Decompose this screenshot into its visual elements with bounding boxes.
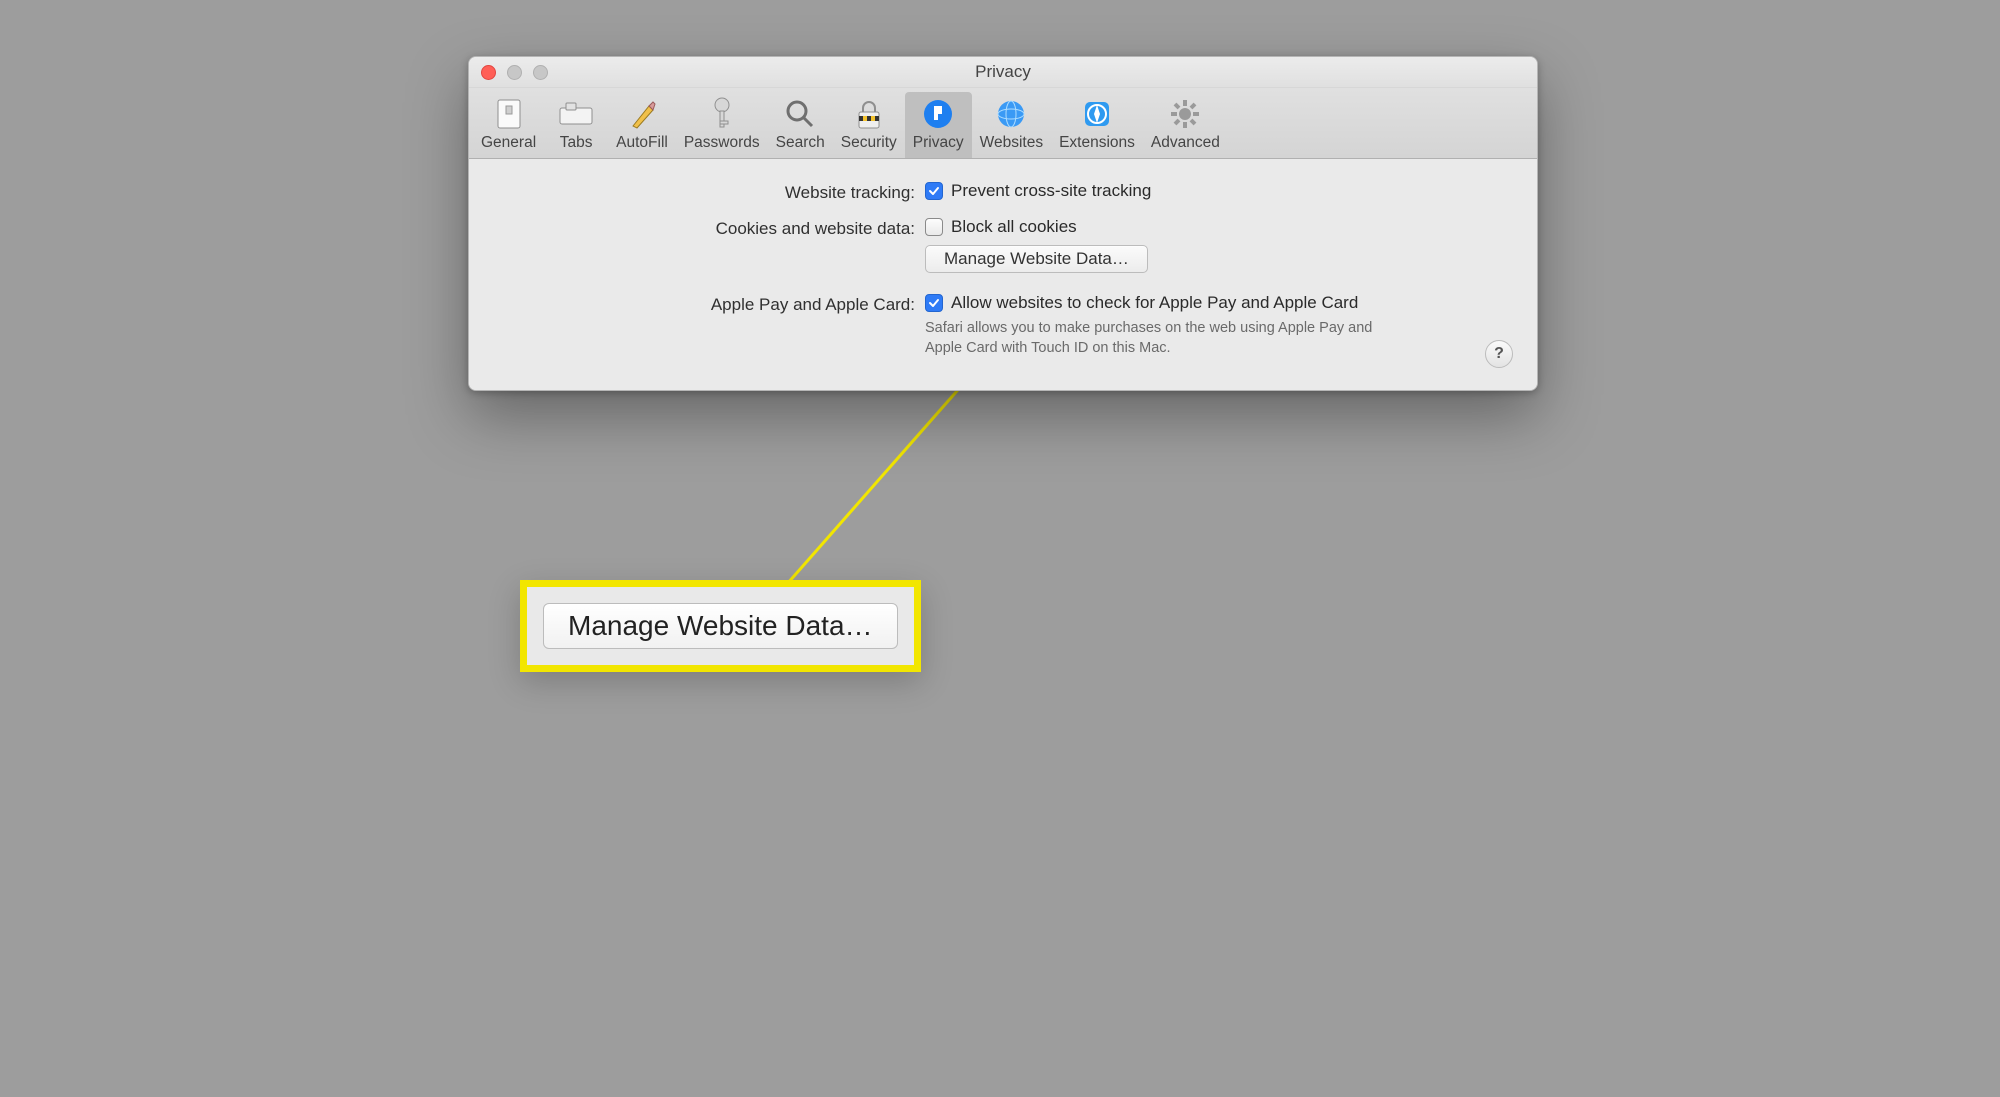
checkbox-prevent-cross-site-tracking[interactable]: [925, 182, 943, 200]
checkbox-label-block-all-cookies: Block all cookies: [951, 217, 1077, 237]
row-cookies: Cookies and website data: Block all cook…: [495, 217, 1511, 273]
annotation-callout: Manage Website Data…: [520, 580, 921, 672]
help-icon: ?: [1494, 345, 1504, 363]
checkbox-allow-apple-pay-check[interactable]: [925, 294, 943, 312]
checkbox-label-prevent-cross-site-tracking: Prevent cross-site tracking: [951, 181, 1151, 201]
label-website-tracking: Website tracking:: [495, 181, 925, 203]
close-window-button[interactable]: [481, 65, 496, 80]
toolbar-tab-privacy[interactable]: Privacy: [905, 92, 972, 158]
toolbar-tab-autofill[interactable]: AutoFill: [608, 92, 676, 158]
privacy-content: Website tracking: Prevent cross-site tra…: [469, 159, 1537, 390]
privacy-icon: [920, 96, 956, 132]
window-titlebar: Privacy: [469, 57, 1537, 88]
callout-manage-website-data-button: Manage Website Data…: [543, 603, 898, 649]
preferences-toolbar: General Tabs AutoFill Passwords: [469, 88, 1537, 159]
label-apple-pay: Apple Pay and Apple Card:: [495, 293, 925, 315]
window-title: Privacy: [975, 62, 1031, 81]
toolbar-tab-security[interactable]: Security: [833, 92, 905, 158]
passwords-icon: [704, 96, 740, 132]
toolbar-tab-passwords[interactable]: Passwords: [676, 92, 768, 158]
preferences-window: Privacy General Tabs AutoFill: [468, 56, 1538, 391]
maximize-window-button[interactable]: [533, 65, 548, 80]
help-button[interactable]: ?: [1485, 340, 1513, 368]
apple-pay-description: Safari allows you to make purchases on t…: [925, 319, 1395, 358]
general-icon: [491, 96, 527, 132]
row-apple-pay: Apple Pay and Apple Card: Allow websites…: [495, 293, 1511, 358]
search-icon: [782, 96, 818, 132]
websites-icon: [993, 96, 1029, 132]
checkbox-label-allow-apple-pay-check: Allow websites to check for Apple Pay an…: [951, 293, 1358, 313]
advanced-icon: [1167, 96, 1203, 132]
toolbar-tab-websites[interactable]: Websites: [972, 92, 1051, 158]
tabs-icon: [558, 96, 594, 132]
manage-website-data-button[interactable]: Manage Website Data…: [925, 245, 1148, 273]
checkbox-block-all-cookies[interactable]: [925, 218, 943, 236]
minimize-window-button[interactable]: [507, 65, 522, 80]
toolbar-tab-advanced[interactable]: Advanced: [1143, 92, 1228, 158]
toolbar-tab-tabs[interactable]: Tabs: [544, 92, 608, 158]
extensions-icon: [1079, 96, 1115, 132]
security-icon: [851, 96, 887, 132]
autofill-icon: [624, 96, 660, 132]
toolbar-tab-general[interactable]: General: [473, 92, 544, 158]
row-website-tracking: Website tracking: Prevent cross-site tra…: [495, 181, 1511, 203]
toolbar-tab-extensions[interactable]: Extensions: [1051, 92, 1143, 158]
label-cookies: Cookies and website data:: [495, 217, 925, 239]
window-traffic-lights: [481, 65, 548, 80]
toolbar-tab-search[interactable]: Search: [768, 92, 833, 158]
